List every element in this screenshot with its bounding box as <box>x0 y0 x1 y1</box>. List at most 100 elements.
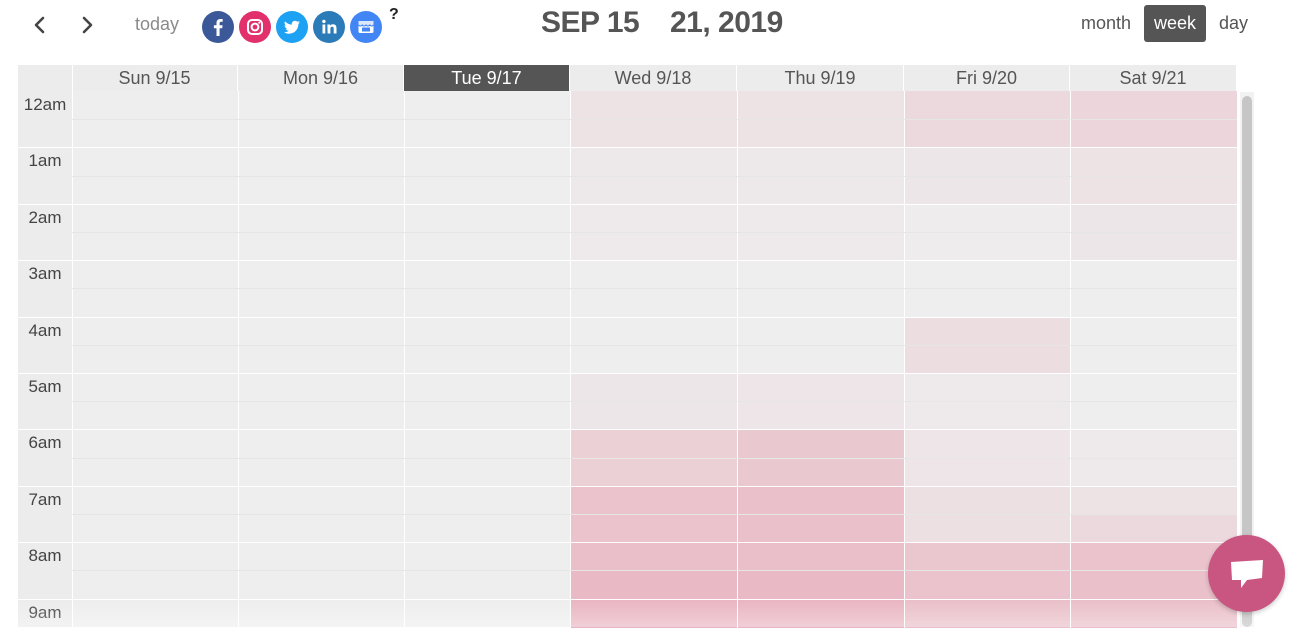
heatmap-cell <box>1071 203 1237 233</box>
day-header-wed[interactable]: Wed 9/18 <box>570 65 737 91</box>
half-hour-gridline <box>72 570 1237 572</box>
heatmap-cell <box>738 175 904 205</box>
heatmap-cell <box>1071 232 1237 261</box>
heatmap-cell <box>738 429 904 459</box>
hour-label: 5am <box>28 377 62 396</box>
heatmap-cell <box>905 570 1070 600</box>
today-button[interactable]: today <box>135 14 179 35</box>
calendar-toolbar: today ? SEP 15 21, 2019 month week day <box>0 0 1297 60</box>
hour-gridline <box>18 203 1237 205</box>
heatmap-cell <box>571 514 737 543</box>
heatmap-cell <box>738 485 904 515</box>
heatmap-cell <box>905 147 1070 177</box>
heatmap-cell <box>571 91 737 120</box>
hour-label: 2am <box>28 208 62 227</box>
header-corner <box>18 65 73 91</box>
half-hour-gridline <box>72 401 1237 403</box>
heatmap-cell <box>571 401 737 431</box>
day-header-tue[interactable]: Tue 9/17 <box>404 65 570 91</box>
facebook-button[interactable] <box>202 11 234 43</box>
hour-gridline <box>18 260 1237 262</box>
heatmap-cell <box>571 373 737 402</box>
heatmap-cell <box>1071 514 1237 543</box>
hour-gridline <box>18 373 1237 374</box>
day-column-sat[interactable] <box>1070 91 1237 628</box>
google-my-business-button[interactable] <box>350 11 382 43</box>
week-calendar: Sun 9/15 Mon 9/16 Tue 9/17 Wed 9/18 Thu … <box>18 65 1237 628</box>
day-column-sun[interactable] <box>72 91 238 627</box>
hour-label: 12am <box>23 95 67 114</box>
half-hour-gridline <box>72 344 1237 346</box>
heatmap-cell <box>905 429 1070 459</box>
heatmap-cell <box>905 203 1070 233</box>
instagram-button[interactable] <box>239 11 271 43</box>
day-header-sat[interactable]: Sat 9/21 <box>1070 65 1237 91</box>
heatmap-cell <box>738 232 904 261</box>
day-column-wed[interactable] <box>570 91 737 628</box>
heatmap-cell <box>738 203 904 233</box>
heatmap-cell <box>738 119 904 149</box>
heatmap-cell <box>1071 147 1237 177</box>
time-axis: 12am 1am 2am 3am 4am 5am 6am 7am 8am 9am <box>18 91 72 627</box>
heatmap-cell <box>905 119 1070 149</box>
heatmap-cell <box>905 316 1070 346</box>
heatmap-cell <box>571 429 737 459</box>
month-view-button[interactable]: month <box>1081 5 1131 42</box>
heatmap-cell <box>571 203 737 233</box>
chevron-left-icon <box>34 16 45 34</box>
day-column-mon[interactable] <box>238 91 404 627</box>
heatmap-cell <box>905 514 1070 543</box>
half-hour-gridline <box>72 119 1237 121</box>
heatmap-cell <box>571 485 737 515</box>
day-column-tue[interactable] <box>404 91 570 627</box>
day-column-fri[interactable] <box>904 91 1070 628</box>
hour-gridline <box>18 429 1237 431</box>
day-header-mon[interactable]: Mon 9/16 <box>238 65 404 91</box>
chevron-right-icon <box>82 16 93 34</box>
heatmap-cell <box>905 344 1070 374</box>
heatmap-cell <box>738 91 904 120</box>
hour-gridline <box>18 598 1237 600</box>
heatmap-cell <box>905 401 1070 431</box>
heatmap-cell <box>1071 91 1237 120</box>
heatmap-cell <box>738 401 904 431</box>
week-view-button[interactable]: week <box>1144 5 1206 42</box>
heatmap-cell <box>571 119 737 149</box>
heatmap-cell <box>1071 429 1237 459</box>
heatmap-cell <box>738 598 904 628</box>
heatmap-cell <box>905 542 1070 572</box>
help-icon[interactable]: ? <box>389 6 399 24</box>
next-week-button[interactable] <box>73 10 103 40</box>
heatmap-cell <box>571 232 737 261</box>
chat-bubble-icon <box>1230 559 1263 588</box>
linkedin-icon <box>313 11 345 43</box>
heatmap-cell <box>1071 598 1237 628</box>
half-hour-gridline <box>72 232 1237 233</box>
heatmap-cell <box>905 373 1070 402</box>
half-hour-gridline <box>72 514 1237 515</box>
heatmap-cell <box>905 485 1070 515</box>
heatmap-cell <box>905 232 1070 261</box>
day-header-fri[interactable]: Fri 9/20 <box>904 65 1070 91</box>
hour-label: 9am <box>28 603 62 622</box>
day-view-button[interactable]: day <box>1219 5 1248 42</box>
chat-button[interactable] <box>1208 535 1285 612</box>
hour-gridline <box>18 147 1237 149</box>
heatmap-cell <box>905 598 1070 628</box>
heatmap-cell <box>738 542 904 572</box>
heatmap-cell <box>738 373 904 402</box>
heatmap-cell <box>571 175 737 205</box>
heatmap-cell <box>1071 119 1237 149</box>
previous-week-button[interactable] <box>24 10 54 40</box>
hour-label: 1am <box>28 151 62 170</box>
linkedin-button[interactable] <box>313 11 345 43</box>
twitter-button[interactable] <box>276 11 308 43</box>
day-column-thu[interactable] <box>737 91 904 628</box>
hour-label: 8am <box>28 546 62 565</box>
day-header-sun[interactable]: Sun 9/15 <box>72 65 238 91</box>
heatmap-cell <box>571 598 737 628</box>
day-header-thu[interactable]: Thu 9/19 <box>737 65 904 91</box>
half-hour-gridline <box>72 457 1237 459</box>
half-hour-gridline <box>72 175 1237 177</box>
hour-gridline <box>18 316 1237 318</box>
